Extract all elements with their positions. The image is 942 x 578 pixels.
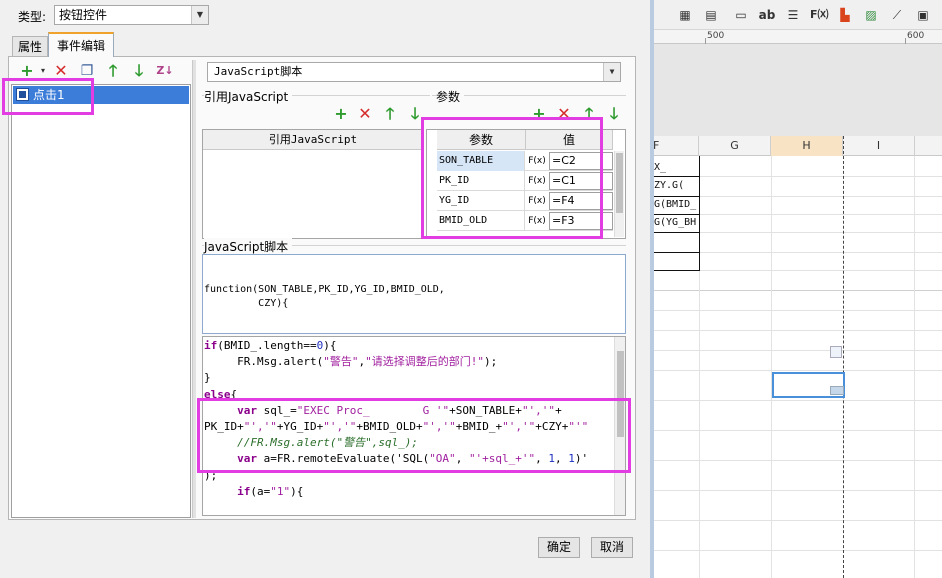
event-toolbar: + ▾ ✕ ❐ 🡑 🡓 Z↓ [12,60,192,82]
function-signature: function(SON_TABLE,PK_ID,YG_ID,BMID_OLD,… [202,254,626,334]
cancel-button[interactable]: 取消 [591,537,633,558]
type-label: 类型: [18,10,47,24]
script-group-title: JavaScript脚本 [204,238,293,255]
sheet-margin [650,44,942,136]
ref-group-title: 引用JavaScript [204,88,293,105]
scroll-thumb[interactable] [617,351,624,437]
image-icon[interactable]: ▨ [862,6,880,24]
align-icon[interactable]: ☰ [784,6,802,24]
param-row[interactable]: BMID_OLD F(x) =F3 [437,211,613,231]
add-param-icon[interactable]: + [528,103,550,125]
ref-column-header: 引用JavaScript [203,130,423,150]
pane-splitter[interactable] [192,60,196,518]
code-line[interactable]: if(BMID_.length==0){ [204,338,614,354]
designer-toolbar: ▦ ▤ ▭ ab ☰ F⒳ ▙ ▨ ⟋ ▣ [650,0,942,30]
page-break-line [843,136,844,578]
param-value-input[interactable]: =C1 [549,172,613,190]
button-widget-preview[interactable] [830,386,844,395]
column-header-g[interactable]: G [699,136,771,156]
event-icon [16,88,29,101]
code-line[interactable]: else{ [204,387,614,403]
move-up-icon[interactable]: 🡑 [379,103,401,125]
move-down-icon[interactable]: 🡓 [128,60,150,82]
grid-icon[interactable]: ▦ [676,6,694,24]
move-up-icon[interactable]: 🡑 [102,60,124,82]
sort-icon[interactable]: Z↓ [154,60,176,82]
event-item-click1[interactable]: 点击1 [13,86,189,104]
param-value-input[interactable]: =F4 [549,192,613,210]
cell-fragment[interactable]: X_ [654,162,666,173]
code-line[interactable] [204,500,614,515]
ok-button[interactable]: 确定 [538,537,580,558]
move-up-icon[interactable]: 🡑 [578,103,600,125]
formula-icon[interactable]: F(x) [527,213,547,229]
code-line[interactable]: var a=FR.remoteEvaluate('SQL("OA", "'+sq… [204,451,614,467]
delete-param-icon[interactable]: ✕ [553,103,575,125]
code-editor[interactable]: if(BMID_.length==0){ FR.Msg.alert("警告","… [202,336,626,516]
param-name[interactable]: YG_ID [437,191,525,211]
code-line[interactable]: var sql_="EXEC Proc_ G '"+SON_TABLE+"','… [204,403,614,419]
column-header-f[interactable]: F [650,136,699,156]
chevron-down-icon[interactable]: ▼ [191,6,208,24]
add-ref-icon[interactable]: + [330,103,352,125]
type-select[interactable]: 按钮控件 ▼ [54,5,209,25]
formula-icon[interactable]: F⒳ [810,6,829,24]
table-icon[interactable]: ▤ [702,6,720,24]
param-group-title: 参数 [436,88,465,105]
cell-fragment[interactable]: ZY.G( [654,180,684,191]
ab-text-icon[interactable]: ab [758,6,776,24]
code-line[interactable]: ); [204,468,614,484]
cell-widget-icon [830,346,842,358]
tab-properties[interactable]: 属性 [12,36,48,56]
formula-icon[interactable]: F(x) [527,153,547,169]
code-scrollbar[interactable] [614,337,625,515]
event-list[interactable]: 点击1 [11,84,191,518]
tab-event-edit[interactable]: 事件编辑 [48,32,114,57]
chevron-down-icon[interactable]: ▼ [603,63,620,81]
column-header-h[interactable]: H [771,136,843,156]
param-value-input[interactable]: =F3 [549,212,613,230]
param-table[interactable]: 参数 值 SON_TABLE F(x) =C2 PK_ID F(x) =C1 Y… [426,129,626,239]
chart-icon[interactable]: ▙ [836,6,854,24]
cell-icon[interactable]: ▣ [914,6,932,24]
param-row[interactable]: SON_TABLE F(x) =C2 [437,151,613,171]
param-name-header: 参数 [437,130,526,150]
copy-icon[interactable]: ❐ [76,60,98,82]
script-type-value: JavaScript脚本 [214,65,303,78]
delete-ref-icon[interactable]: ✕ [354,103,376,125]
move-down-icon[interactable]: 🡓 [404,103,426,125]
line-icon[interactable]: ⟋ [888,6,906,24]
code-line[interactable]: } [204,370,614,386]
param-value-input[interactable]: =C2 [549,152,613,170]
event-item-label: 点击1 [33,88,65,102]
cell-fragment[interactable]: G(YG_BH [654,217,696,228]
code-lines[interactable]: if(BMID_.length==0){ FR.Msg.alert("警告","… [204,338,614,515]
param-name[interactable]: PK_ID [437,171,525,191]
cell-fragment[interactable]: G(BMID_ [654,199,696,210]
textbox-icon[interactable]: ▭ [732,6,750,24]
column-header-i[interactable]: I [843,136,915,156]
move-down-icon[interactable]: 🡓 [603,103,625,125]
param-scrollbar[interactable] [614,151,624,237]
formula-icon[interactable]: F(x) [527,173,547,189]
param-value-header: 值 [526,130,613,150]
code-line[interactable]: if(a="1"){ [204,484,614,500]
script-type-select[interactable]: JavaScript脚本 ▼ [207,62,621,82]
ruler-label-500: 500 [707,31,725,41]
delete-icon[interactable]: ✕ [50,60,72,82]
code-line[interactable]: //FR.Msg.alert("警告",sql_); [204,435,614,451]
param-name[interactable]: SON_TABLE [437,151,525,171]
ruler-label-600: 600 [907,31,925,41]
formula-icon[interactable]: F(x) [527,193,547,209]
param-row[interactable]: PK_ID F(x) =C1 [437,171,613,191]
type-select-value: 按钮控件 [59,8,108,22]
scroll-thumb[interactable] [616,153,623,213]
ruler: 500 600 [650,30,942,44]
code-line[interactable]: PK_ID+"','"+YG_ID+"','"+BMID_OLD+"','"+B… [204,419,614,435]
ref-javascript-table[interactable]: 引用JavaScript [202,129,424,239]
param-name[interactable]: BMID_OLD [437,211,525,231]
column-header: F G H I [650,136,942,156]
param-row[interactable]: YG_ID F(x) =F4 [437,191,613,211]
code-line[interactable]: FR.Msg.alert("警告","请选择调整后的部门!"); [204,354,614,370]
